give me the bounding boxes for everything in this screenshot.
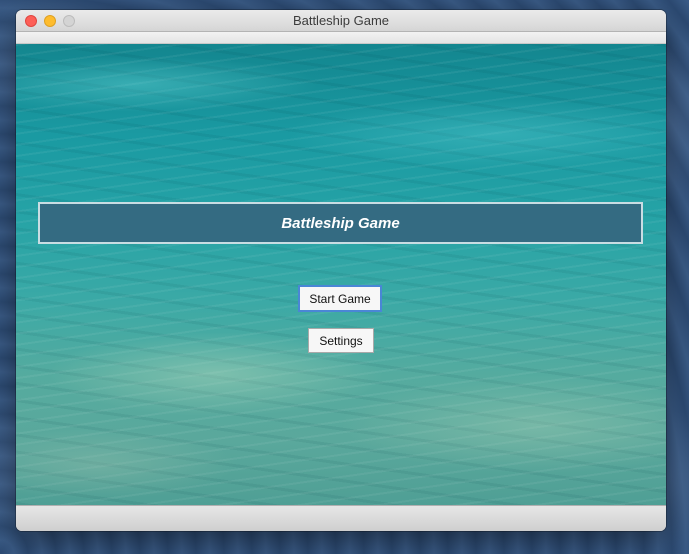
status-bar [16,505,666,531]
toolbar-strip [16,32,666,44]
start-game-button[interactable]: Start Game [298,285,382,312]
settings-button[interactable]: Settings [308,328,374,353]
title-banner: Battleship Game [38,202,643,244]
app-window: Battleship Game Battleship Game Start Ga… [16,10,666,531]
title-bar[interactable]: Battleship Game [16,10,666,32]
game-title: Battleship Game [281,214,400,232]
window-title: Battleship Game [292,13,390,28]
ocean-background: Battleship Game Start Game Settings [16,44,666,505]
